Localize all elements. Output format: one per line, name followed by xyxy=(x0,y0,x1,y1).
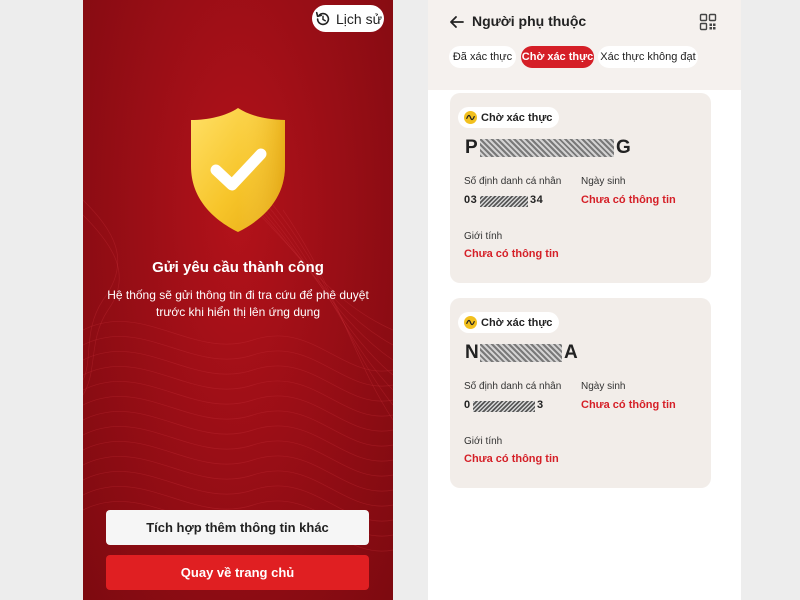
page-title: Người phụ thuộc xyxy=(472,13,587,29)
success-screen: Lịch sử Gửi yêu cầu thành công Hệ thống … xyxy=(83,0,393,600)
gender-value: Chưa có thông tin xyxy=(464,248,559,260)
history-icon xyxy=(315,11,330,25)
gender-label: Giới tính xyxy=(464,231,503,242)
dependent-name: P G xyxy=(465,137,635,159)
dob-label: Ngày sinh xyxy=(581,381,626,392)
id-label: Số định danh cá nhân xyxy=(464,176,562,187)
history-button[interactable]: Lịch sử xyxy=(312,5,384,32)
id-prefix: 03 xyxy=(464,194,478,206)
name-redaction xyxy=(480,344,562,362)
dob-label: Ngày sinh xyxy=(581,176,626,187)
tab-verified[interactable]: Đã xác thực xyxy=(449,46,516,68)
dependent-name: N A xyxy=(465,342,635,364)
id-suffix: 3 xyxy=(537,399,544,411)
dob-value: Chưa có thông tin xyxy=(581,399,676,411)
name-first-letter: P xyxy=(465,137,478,158)
back-to-home-button[interactable]: Quay về trang chủ xyxy=(106,555,369,590)
dependents-screen: Người phụ thuộc Đã xác thực Chờ xác thực… xyxy=(428,0,741,600)
name-last-letter: G xyxy=(616,137,631,158)
status-label: Chờ xác thực xyxy=(481,316,553,329)
id-label: Số định danh cá nhân xyxy=(464,381,562,392)
id-redaction xyxy=(473,401,535,412)
back-arrow-icon[interactable] xyxy=(448,13,466,31)
status-badge: Chờ xác thực xyxy=(458,312,560,333)
status-label: Chờ xác thực xyxy=(481,111,553,124)
pending-icon xyxy=(464,111,477,124)
tab-failed[interactable]: Xác thực không đạt xyxy=(598,46,698,68)
header: Người phụ thuộc Đã xác thực Chờ xác thực… xyxy=(428,0,741,90)
id-suffix: 34 xyxy=(530,194,544,206)
qr-code-icon[interactable] xyxy=(699,13,717,31)
status-badge: Chờ xác thực xyxy=(458,107,560,128)
pending-icon xyxy=(464,316,477,329)
dob-value: Chưa có thông tin xyxy=(581,194,676,206)
success-title: Gửi yêu cầu thành công xyxy=(152,259,324,276)
name-redaction xyxy=(480,139,614,157)
name-first-letter: N xyxy=(465,342,479,363)
id-redaction xyxy=(480,196,528,207)
add-more-info-button[interactable]: Tích hợp thêm thông tin khác xyxy=(106,510,369,545)
dependent-card[interactable]: Chờ xác thực N A Số định danh cá nhân 0 … xyxy=(450,298,711,488)
name-last-letter: A xyxy=(564,342,578,363)
gender-value: Chưa có thông tin xyxy=(464,453,559,465)
history-label: Lịch sử xyxy=(336,10,382,27)
dependent-card[interactable]: Chờ xác thực P G Số định danh cá nhân 03… xyxy=(450,93,711,283)
gender-label: Giới tính xyxy=(464,436,503,447)
id-prefix: 0 xyxy=(464,399,471,411)
shield-check-icon xyxy=(191,108,285,232)
success-description: Hệ thống sẽ gửi thông tin đi tra cứu để … xyxy=(107,288,369,319)
tab-pending[interactable]: Chờ xác thực xyxy=(521,46,594,68)
